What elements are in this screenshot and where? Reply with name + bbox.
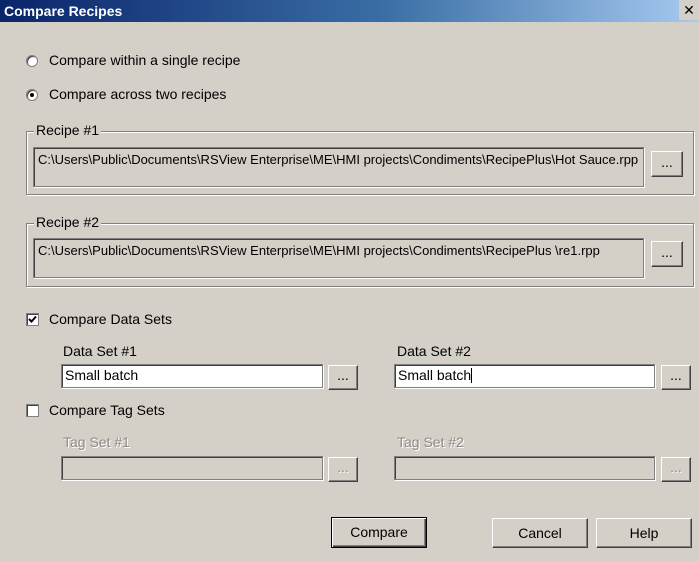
compare-data-sets-box[interactable]	[26, 313, 39, 326]
tag-set2-input[interactable]	[394, 456, 655, 480]
tag-set1-input[interactable]	[61, 456, 323, 480]
title-bar[interactable]: Compare Recipes ✕	[0, 0, 699, 22]
recipe2-browse-button[interactable]: ...	[651, 241, 683, 267]
compare-recipes-dialog: Compare Recipes ✕ Compare within a singl…	[0, 0, 699, 561]
tag-set1-browse-button[interactable]: ...	[328, 457, 358, 482]
dialog-title: Compare Recipes	[4, 3, 123, 19]
data-set1-label: Data Set #1	[63, 343, 137, 359]
close-icon: ✕	[683, 2, 695, 18]
data-set2-label: Data Set #2	[397, 343, 471, 359]
radio-single-recipe-circle[interactable]	[26, 55, 38, 67]
data-set2-value: Small batch	[398, 367, 472, 383]
radio-single-recipe-label[interactable]: Compare within a single recipe	[49, 52, 240, 68]
close-button[interactable]: ✕	[679, 0, 699, 20]
cancel-button[interactable]: Cancel	[492, 518, 588, 548]
data-set1-browse-button[interactable]: ...	[328, 365, 358, 390]
tag-set2-browse-button[interactable]: ...	[661, 457, 691, 482]
compare-button[interactable]: Compare	[331, 517, 427, 548]
compare-tag-sets-label[interactable]: Compare Tag Sets	[49, 402, 165, 418]
text-caret	[471, 368, 473, 383]
recipe1-browse-button[interactable]: ...	[651, 151, 683, 177]
recipe1-legend: Recipe #1	[34, 122, 102, 138]
recipe2-legend: Recipe #2	[34, 214, 102, 230]
data-set2-input[interactable]: Small batch	[394, 364, 655, 388]
radio-across-recipes-label[interactable]: Compare across two recipes	[49, 86, 226, 102]
tag-set2-label: Tag Set #2	[397, 434, 464, 450]
data-set2-browse-button[interactable]: ...	[661, 365, 691, 390]
recipe1-path-field[interactable]: C:\Users\Public\Documents\RSView Enterpr…	[33, 147, 644, 187]
radio-selected-dot	[30, 93, 34, 97]
checkmark-icon	[28, 315, 37, 323]
radio-across-recipes-circle[interactable]	[26, 89, 38, 101]
compare-data-sets-label[interactable]: Compare Data Sets	[49, 311, 172, 327]
help-button[interactable]: Help	[596, 518, 692, 548]
tag-set1-label: Tag Set #1	[63, 434, 130, 450]
recipe2-path-field[interactable]: C:\Users\Public\Documents\RSView Enterpr…	[33, 238, 644, 278]
compare-tag-sets-box[interactable]	[26, 404, 39, 417]
data-set1-input[interactable]: Small batch	[61, 364, 323, 388]
